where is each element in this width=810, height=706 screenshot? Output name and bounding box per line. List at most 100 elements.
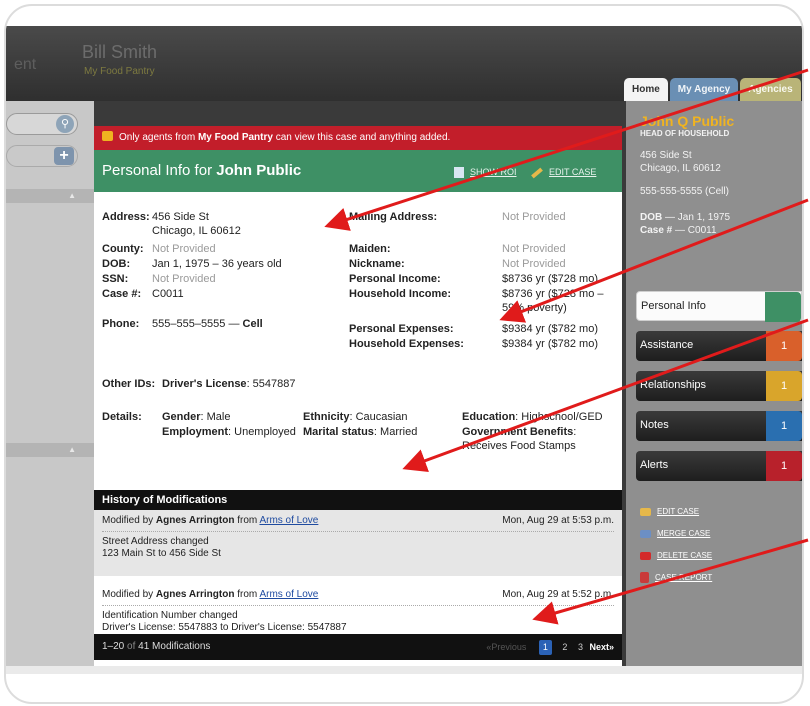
- pencil-icon: [531, 167, 543, 179]
- other-ids-label: Other IDs:: [102, 378, 156, 390]
- mailing-label: Mailing Address:: [349, 211, 438, 223]
- dob-label: DOB: [640, 212, 663, 223]
- history-detail-line1: Street Address changed: [102, 536, 209, 547]
- nav-relationships[interactable]: Relationships 1: [636, 371, 802, 401]
- marital-text: : Married: [373, 426, 418, 438]
- show-roi-link[interactable]: SHOW ROI: [470, 167, 517, 177]
- nav-label: Relationships: [640, 379, 707, 391]
- history-agent: Agnes Arrington: [155, 589, 235, 600]
- address-label: Address:: [102, 211, 150, 223]
- pencil-icon: [640, 507, 651, 516]
- document-icon: [454, 167, 464, 179]
- delete-case-action[interactable]: DELETE CASE: [640, 545, 712, 567]
- history-entry-header: Modified by Agnes Arrington from Arms of…: [102, 584, 614, 606]
- benefits-text: Receives Food Stamps: [462, 440, 576, 452]
- personal-income-value: $8736 yr ($728 mo): [502, 273, 598, 285]
- gender-label: Gender: [162, 411, 201, 423]
- history-org-link[interactable]: Arms of Love: [259, 515, 318, 526]
- history-from: from: [237, 589, 258, 600]
- history-org-link[interactable]: Arms of Love: [259, 589, 318, 600]
- tab-my-agency[interactable]: My Agency: [669, 78, 739, 101]
- gender-value: Gender: Male: [162, 411, 230, 423]
- search-icon[interactable]: ⚲: [56, 115, 74, 133]
- household-income-value: $8736 yr ($728 mo –: [502, 288, 604, 300]
- collapse-up-icon[interactable]: ▲: [6, 443, 94, 457]
- panel-header: Personal Info for John Public SHOW ROI E…: [94, 150, 622, 192]
- action-label: MERGE CASE: [657, 529, 711, 538]
- action-label: DELETE CASE: [657, 551, 713, 560]
- history-entry: Modified by Agnes Arrington from Arms of…: [94, 584, 622, 634]
- page-1-button[interactable]: 1: [538, 640, 552, 655]
- merge-case-action[interactable]: MERGE CASE: [640, 523, 712, 545]
- ssn-label: SSN:: [102, 273, 129, 285]
- page-title: Personal Info for John Public: [102, 162, 301, 179]
- modification-count: 41 Modifications: [138, 641, 211, 652]
- bottom-bar: [6, 666, 802, 674]
- nav-notes[interactable]: Notes 1: [636, 411, 802, 441]
- marital-value: Marital status: Married: [303, 426, 417, 438]
- history-footer: 1–20 of 41 Modifications «Previous 1 2 3…: [94, 634, 622, 660]
- case-label: Case #:: [102, 288, 142, 300]
- nav-label: Assistance: [640, 339, 694, 351]
- previous-page-button[interactable]: «Previous: [486, 642, 526, 652]
- client-name: John Q Public: [640, 113, 735, 129]
- case-sidebar: John Q Public HEAD OF HOUSEHOLD 456 Side…: [626, 101, 802, 666]
- alert-text-post: can view this case and anything added.: [275, 132, 451, 143]
- delete-icon: [640, 551, 651, 560]
- page-2-button[interactable]: 2: [562, 634, 567, 660]
- action-label: EDIT CASE: [657, 507, 700, 516]
- history-date: Mon, Aug 29 at 5:53 p.m.: [502, 515, 614, 526]
- history-detail-line1: Identification Number changed: [102, 610, 238, 621]
- employment-value: Employment: Unemployed: [162, 426, 296, 438]
- nav-count: 1: [766, 331, 802, 361]
- case-value: C0011: [152, 288, 184, 300]
- education-text: : Highschool/GED: [515, 411, 603, 423]
- benefits-label: Government Benefits: [462, 426, 574, 438]
- history-date: Mon, Aug 29 at 5:52 p.m.: [502, 589, 614, 600]
- personal-info-panel: Only agents from My Food Pantry can view…: [94, 126, 622, 666]
- client-address-line2: Chicago, IL 60612: [640, 163, 721, 174]
- history-prefix: Modified by: [102, 589, 154, 600]
- personal-income-label: Personal Income:: [349, 273, 441, 285]
- next-page-button[interactable]: Next»: [589, 642, 614, 652]
- collapse-up-icon[interactable]: ▲: [6, 189, 94, 203]
- history-prefix: Modified by: [102, 515, 154, 526]
- household-expenses-label: Household Expenses:: [349, 338, 464, 350]
- nav-assistance[interactable]: Assistance 1: [636, 331, 802, 361]
- education-value: Education: Highschool/GED: [462, 411, 603, 423]
- screenshot-frame: ent Bill Smith My Food Pantry Home My Ag…: [4, 4, 804, 704]
- drivers-license-value: : 5547887: [246, 378, 296, 390]
- household-expenses-value: $9384 yr ($782 mo): [502, 338, 598, 350]
- benefits-colon: :: [573, 426, 577, 438]
- edit-case-link[interactable]: EDIT CASE: [549, 167, 596, 177]
- edit-case-action[interactable]: EDIT CASE: [640, 501, 712, 523]
- case-report-action[interactable]: CASE REPORT: [640, 567, 712, 589]
- nav-personal-info[interactable]: Personal Info: [636, 291, 802, 322]
- nav-alerts[interactable]: Alerts 1: [636, 451, 802, 481]
- nav-count: 1: [766, 371, 802, 401]
- panel-links: SHOW ROI EDIT CASE: [454, 167, 596, 179]
- benefits-value: Government Benefits:: [462, 426, 576, 438]
- dob-value: Jan 1, 1975 – 36 years old: [152, 258, 282, 270]
- tab-home[interactable]: Home: [624, 78, 668, 101]
- top-bar: ent Bill Smith My Food Pantry Home My Ag…: [6, 26, 802, 101]
- tab-agencies[interactable]: Agencies: [740, 78, 801, 101]
- client-address-line1: 456 Side St: [640, 150, 692, 161]
- history-detail: Identification Number changed Driver's L…: [102, 606, 614, 634]
- personal-expenses-label: Personal Expenses:: [349, 323, 454, 335]
- mailing-value: Not Provided: [502, 211, 566, 223]
- nickname-value: Not Provided: [502, 258, 566, 270]
- nav-count: 1: [766, 451, 802, 481]
- marital-label: Marital status: [303, 426, 374, 438]
- phone-type: Cell: [242, 318, 263, 330]
- nickname-label: Nickname:: [349, 258, 405, 270]
- phone-value: 555–555–5555 — Cell: [152, 318, 263, 330]
- add-icon[interactable]: +: [54, 147, 74, 165]
- case-value: — C0011: [672, 225, 717, 236]
- page-3-button[interactable]: 3: [578, 634, 583, 660]
- ethnicity-text: : Caucasian: [349, 411, 408, 423]
- nav-count: [765, 292, 801, 322]
- client-phone: 555-555-5555 (Cell): [640, 186, 729, 197]
- phone-number: 555–555–5555 —: [152, 318, 240, 330]
- pagination: «Previous 1 2 3 Next»: [486, 634, 614, 660]
